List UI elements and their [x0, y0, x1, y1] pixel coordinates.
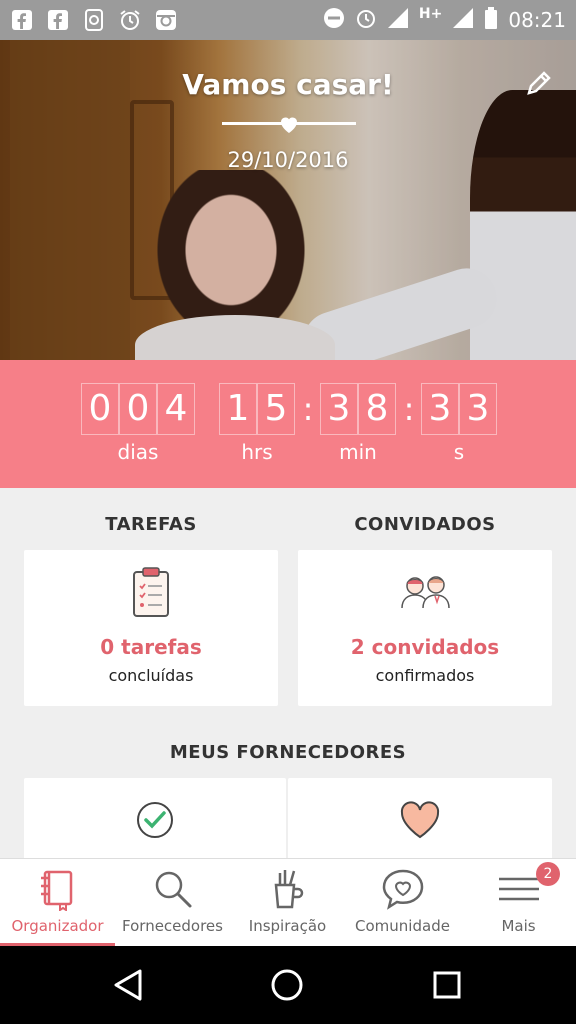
status-bar: H+ 08:21: [0, 0, 576, 40]
search-icon: [155, 871, 191, 908]
alarm-icon: [355, 7, 377, 34]
back-icon[interactable]: [112, 968, 144, 1002]
check-circle-icon: [137, 802, 173, 838]
nav-label: Fornecedores: [122, 917, 223, 935]
wedding-title: Vamos casar!: [182, 68, 394, 101]
home-icon[interactable]: [270, 968, 304, 1002]
nav-fornecedores[interactable]: Fornecedores: [115, 859, 230, 947]
countdown-digit: 4: [157, 383, 195, 435]
nav-inspiracao[interactable]: Inspiração: [230, 859, 345, 947]
tasks-label: concluídas: [108, 666, 194, 685]
instagram-icon: [154, 8, 178, 32]
countdown-digit: 3: [459, 383, 497, 435]
recents-icon[interactable]: [432, 970, 462, 1000]
tasks-card[interactable]: 0 tarefas concluídas: [24, 550, 278, 706]
nav-organizador[interactable]: Organizador: [0, 859, 115, 947]
tasks-count: 0 tarefas: [100, 635, 202, 659]
minutes-label: min: [339, 440, 377, 464]
vendors-title: MEUS FORNECEDORES: [169, 742, 407, 763]
countdown-digit: 0: [81, 383, 119, 435]
heart-icon: [400, 801, 440, 839]
guests-icon: [401, 576, 450, 609]
countdown: 0 0 4 1 5 : 3 8 : 3 3 dias hrs min s: [0, 360, 576, 488]
alarm-icon: [118, 8, 142, 32]
nav-comunidade[interactable]: Comunidade: [345, 859, 460, 947]
signal-icon: [452, 7, 474, 34]
hero-photo[interactable]: Vamos casar! 29/10/2016: [0, 40, 576, 360]
guests-card[interactable]: 2 convidados confirmados: [298, 550, 552, 706]
network-type: H+: [418, 6, 443, 22]
nav-label: Organizador: [11, 917, 104, 935]
clipboard-icon: [133, 567, 169, 617]
battery-icon: [484, 6, 498, 34]
countdown-digit: 8: [358, 383, 396, 435]
countdown-digit: 0: [119, 383, 157, 435]
countdown-digit: 3: [320, 383, 358, 435]
days-label: dias: [117, 440, 159, 464]
heart-icon: [281, 117, 297, 133]
menu-icon: [498, 877, 539, 901]
seconds-label: s: [453, 440, 465, 464]
vendors-favorites-card[interactable]: [288, 778, 552, 868]
pencil-icon[interactable]: [524, 68, 554, 98]
countdown-digit: 5: [257, 383, 295, 435]
nav-label: Comunidade: [355, 917, 450, 935]
hours-label: hrs: [241, 440, 273, 464]
nav-label: Inspiração: [248, 917, 327, 935]
countdown-separator: :: [403, 390, 415, 428]
notebook-icon: [40, 870, 72, 911]
vendors-hired-card[interactable]: [24, 778, 286, 868]
do-not-disturb-icon: [323, 7, 345, 34]
chat-heart-icon: [382, 869, 423, 910]
signal-icon: [387, 7, 409, 34]
pencil-cup-icon: [274, 870, 303, 909]
countdown-separator: :: [302, 390, 314, 428]
countdown-digit: 1: [219, 383, 257, 435]
notification-badge: 2: [536, 862, 560, 886]
facebook-icon: [46, 8, 70, 32]
wedding-date: 29/10/2016: [227, 148, 349, 172]
guests-count: 2 convidados: [350, 635, 500, 659]
bottom-navigation: Organizador Fornecedores Inspiração Comu…: [0, 858, 576, 947]
whatsapp-icon: [82, 8, 106, 32]
system-navigation-bar: [0, 946, 576, 1024]
facebook-icon: [10, 8, 34, 32]
guests-title: CONVIDADOS: [354, 514, 496, 535]
countdown-digit: 3: [421, 383, 459, 435]
guests-label: confirmados: [375, 666, 475, 685]
nav-label: Mais: [501, 917, 536, 935]
tasks-title: TAREFAS: [105, 514, 197, 535]
clock: 08:21: [508, 8, 566, 32]
